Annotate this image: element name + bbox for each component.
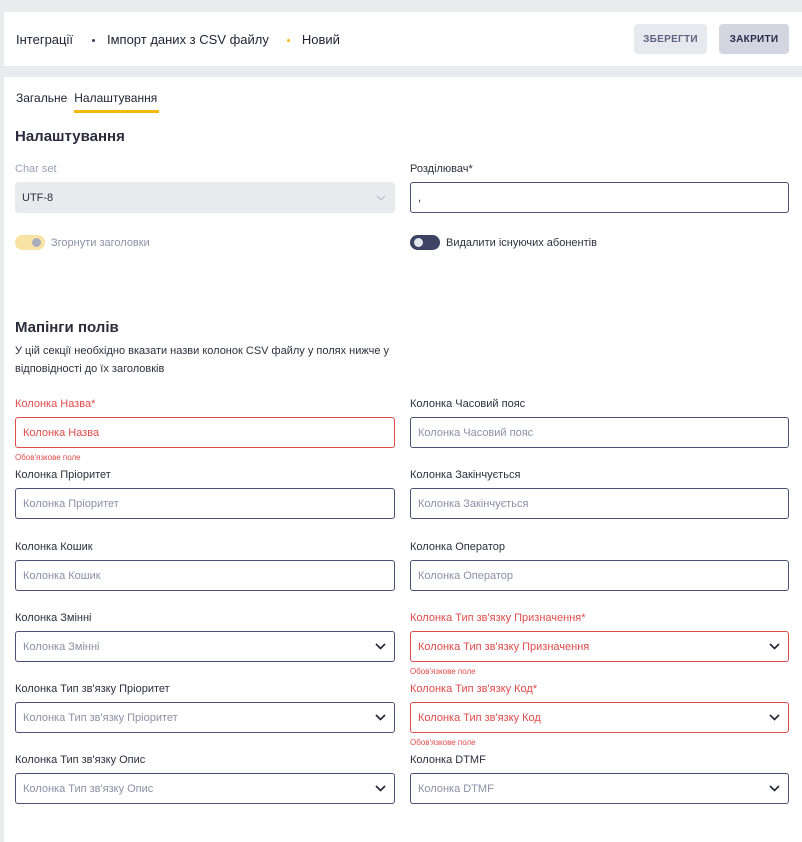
chevron-down-icon: [767, 640, 781, 654]
header-bar: Інтеграції Імпорт даних з CSV файлу Нови…: [4, 12, 802, 66]
collapse-headers-row: Згорнути заголовки: [15, 235, 150, 250]
timezone-column-label: Колонка Часовий пояс: [410, 398, 526, 410]
comm-type-code-select[interactable]: Колонка Тип зв'язку Код: [410, 702, 789, 733]
breadcrumb-separator-icon: [91, 39, 95, 42]
separator-field: Розділювач* ,: [410, 163, 789, 213]
operator-column-label: Колонка Оператор: [410, 541, 506, 553]
tab-general[interactable]: Загальне: [16, 91, 69, 113]
priority-column-placeholder: Колонка Пріоритет: [23, 497, 119, 510]
delete-existing-toggle[interactable]: [410, 235, 440, 250]
bucket-column-input[interactable]: Колонка Кошик: [15, 560, 395, 591]
comm-type-code-field: Колонка Тип зв'язку Код* Колонка Тип зв'…: [410, 683, 789, 747]
comm-type-priority-placeholder: Колонка Тип зв'язку Пріоритет: [23, 711, 178, 724]
collapse-headers-toggle: [15, 235, 45, 250]
comm-type-code-label: Колонка Тип зв'язку Код*: [410, 683, 538, 695]
chevron-down-icon: [374, 191, 388, 205]
variables-column-label: Колонка Змінні: [15, 612, 92, 624]
operator-column-input[interactable]: Колонка Оператор: [410, 560, 789, 591]
operator-column-field: Колонка Оператор Колонка Оператор: [410, 541, 789, 591]
form-panel: Загальне Налаштування Налаштування Char …: [4, 77, 802, 842]
name-column-field: Колонка Назва* Колонка Назва Обов'язкове…: [15, 398, 395, 462]
comm-type-priority-field: Колонка Тип зв'язку Пріоритет Колонка Ти…: [15, 683, 395, 733]
breadcrumb-separator-icon: [286, 39, 290, 42]
comm-type-priority-label: Колонка Тип зв'язку Пріоритет: [15, 683, 170, 695]
variables-column-field: Колонка Змінні Колонка Змінні: [15, 612, 395, 662]
required-hint: Обов'язкове поле: [15, 453, 81, 462]
required-hint: Обов'язкове поле: [410, 667, 476, 676]
chevron-down-icon: [373, 782, 387, 796]
comm-type-dest-label: Колонка Тип зв'язку Призначення*: [410, 612, 586, 624]
charset-value: UTF-8: [22, 191, 54, 204]
comm-type-priority-select[interactable]: Колонка Тип зв'язку Пріоритет: [15, 702, 395, 733]
breadcrumb: Інтеграції Імпорт даних з CSV файлу Нови…: [16, 32, 340, 47]
timezone-column-placeholder: Колонка Часовий пояс: [418, 426, 534, 439]
charset-field: Char set UTF-8: [15, 163, 395, 213]
tab-settings[interactable]: Налаштування: [74, 91, 160, 113]
comm-type-dest-select[interactable]: Колонка Тип зв'язку Призначення: [410, 631, 789, 662]
ends-column-input[interactable]: Колонка Закінчується: [410, 488, 789, 519]
mapping-title: Мапінги полів: [15, 319, 119, 336]
separator-input[interactable]: ,: [410, 182, 789, 213]
separator-value: ,: [418, 191, 422, 204]
bucket-column-field: Колонка Кошик Колонка Кошик: [15, 541, 395, 591]
delete-existing-row: Видалити існуючих абонентів: [410, 235, 597, 250]
separator-label: Розділювач*: [410, 163, 473, 175]
variables-column-placeholder: Колонка Змінні: [23, 640, 100, 653]
ends-column-placeholder: Колонка Закінчується: [418, 497, 529, 510]
operator-column-placeholder: Колонка Оператор: [418, 569, 514, 582]
close-button[interactable]: ЗАКРИТИ: [719, 24, 789, 54]
comm-type-desc-field: Колонка Тип зв'язку Опис Колонка Тип зв'…: [15, 754, 395, 804]
bucket-column-label: Колонка Кошик: [15, 541, 93, 553]
comm-type-dest-field: Колонка Тип зв'язку Призначення* Колонка…: [410, 612, 789, 676]
priority-column-field: Колонка Пріоритет Колонка Пріоритет: [15, 469, 395, 519]
settings-title: Налаштування: [15, 128, 125, 145]
chevron-down-icon: [767, 782, 781, 796]
comm-type-desc-placeholder: Колонка Тип зв'язку Опис: [23, 782, 154, 795]
variables-column-select[interactable]: Колонка Змінні: [15, 631, 395, 662]
comm-type-desc-select[interactable]: Колонка Тип зв'язку Опис: [15, 773, 395, 804]
dtmf-column-placeholder: Колонка DTMF: [418, 782, 494, 795]
mapping-description: У цій секції необхідно вказати назви кол…: [15, 345, 390, 375]
bucket-column-placeholder: Колонка Кошик: [23, 569, 101, 582]
comm-type-code-placeholder: Колонка Тип зв'язку Код: [418, 711, 541, 724]
chevron-down-icon: [373, 640, 387, 654]
name-column-label: Колонка Назва*: [15, 398, 96, 410]
priority-column-label: Колонка Пріоритет: [15, 469, 111, 481]
charset-label: Char set: [15, 163, 57, 175]
timezone-column-field: Колонка Часовий пояс Колонка Часовий поя…: [410, 398, 789, 448]
chevron-down-icon: [373, 711, 387, 725]
dtmf-column-field: Колонка DTMF Колонка DTMF: [410, 754, 789, 804]
breadcrumb-item-csv-import[interactable]: Імпорт даних з CSV файлу: [107, 32, 269, 47]
comm-type-dest-placeholder: Колонка Тип зв'язку Призначення: [418, 640, 590, 653]
save-button[interactable]: ЗБЕРЕГТИ: [634, 24, 707, 54]
chevron-down-icon: [767, 711, 781, 725]
comm-type-desc-label: Колонка Тип зв'язку Опис: [15, 754, 146, 766]
dtmf-column-label: Колонка DTMF: [410, 754, 486, 766]
timezone-column-input[interactable]: Колонка Часовий пояс: [410, 417, 789, 448]
breadcrumb-item-integrations[interactable]: Інтеграції: [16, 32, 73, 47]
dtmf-column-select[interactable]: Колонка DTMF: [410, 773, 789, 804]
name-column-input[interactable]: Колонка Назва: [15, 417, 395, 448]
ends-column-field: Колонка Закінчується Колонка Закінчуєтьс…: [410, 469, 789, 519]
collapse-headers-label: Згорнути заголовки: [51, 236, 150, 249]
name-column-placeholder: Колонка Назва: [23, 426, 100, 439]
priority-column-input[interactable]: Колонка Пріоритет: [15, 488, 395, 519]
required-hint: Обов'язкове поле: [410, 738, 476, 747]
ends-column-label: Колонка Закінчується: [410, 469, 521, 481]
delete-existing-label: Видалити існуючих абонентів: [446, 236, 597, 249]
breadcrumb-item-new: Новий: [301, 32, 340, 47]
charset-select: UTF-8: [15, 182, 395, 213]
tab-bar: Загальне Налаштування: [16, 91, 160, 113]
